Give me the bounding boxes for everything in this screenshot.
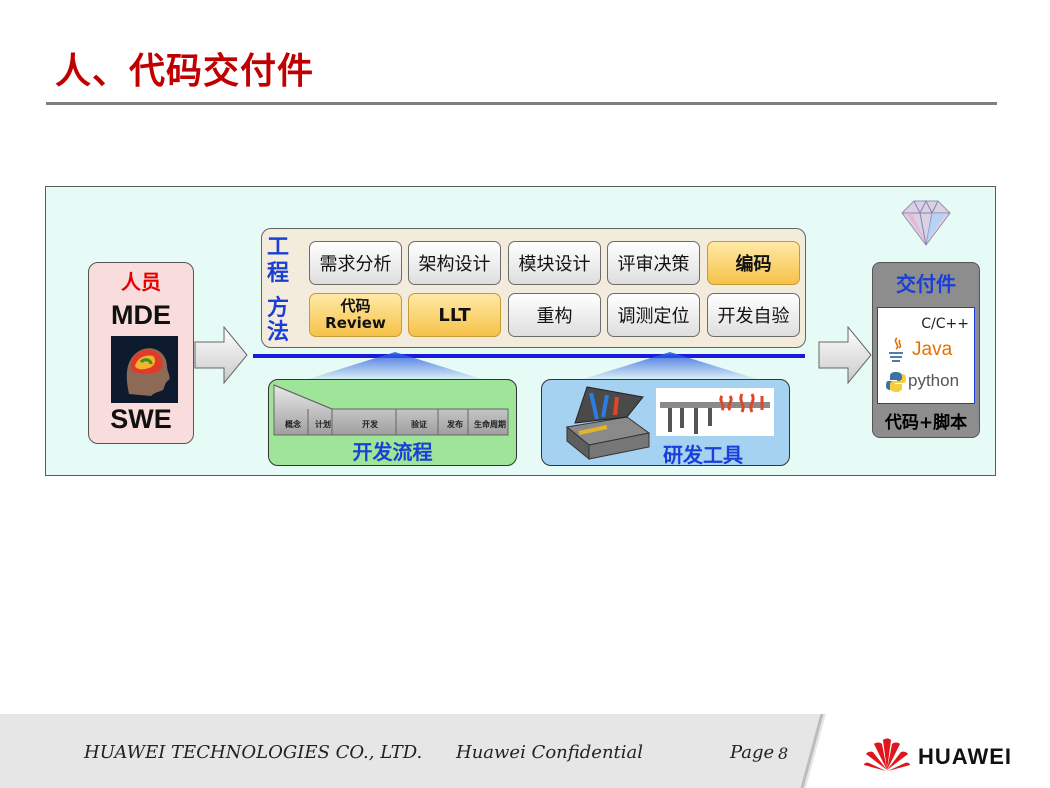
language-java: Java (912, 339, 953, 360)
method-debug-locate: 调测定位 (607, 293, 700, 337)
method-code-review-line2: Review (325, 314, 386, 332)
process-stage-concept: 概念 (285, 420, 301, 429)
glow-cone-right (580, 352, 760, 380)
method-self-verification: 开发自验 (707, 293, 800, 337)
footer-page-label: Page (730, 742, 775, 763)
python-logo-icon (886, 372, 906, 392)
methods-label-char-1: 工 (266, 235, 289, 260)
methods-label-char-2: 程 (266, 261, 289, 286)
tool-rack-icon (656, 388, 774, 436)
method-review-decision: 评审决策 (607, 241, 700, 285)
method-architecture-design: 架构设计 (408, 241, 501, 285)
title-divider (46, 102, 997, 105)
process-stage-lifecycle: 生命周期 (474, 420, 506, 429)
java-cup-icon (889, 337, 903, 362)
process-stage-develop: 开发 (362, 420, 378, 429)
method-code-review-line1: 代码 (340, 297, 371, 315)
process-stage-plan: 计划 (315, 420, 331, 429)
footer-page-number: 8 (778, 744, 789, 763)
glow-cone-left (305, 352, 485, 380)
diamond-icon (901, 199, 951, 246)
process-stage-release: 发布 (447, 420, 463, 429)
methods-label-char-4: 法 (266, 320, 289, 345)
methods-label-char-3: 方 (266, 296, 289, 321)
people-title: 人员 (121, 270, 161, 294)
deliverables-title: 交付件 (896, 272, 956, 296)
method-llt: LLT (408, 293, 501, 337)
language-python: python (908, 371, 960, 390)
dev-process-label: 开发流程 (352, 440, 433, 464)
footer-company: HUAWEI TECHNOLOGIES CO., LTD. (84, 742, 423, 763)
arrow-right-icon (818, 326, 872, 384)
page-title: 人、代码交付件 (55, 51, 315, 92)
brain-head-image (111, 336, 178, 403)
method-requirements-analysis: 需求分析 (309, 241, 402, 285)
method-refactor: 重构 (508, 293, 601, 337)
people-mde-label: MDE (111, 300, 171, 330)
huawei-logo-icon (864, 738, 910, 771)
footer-confidential: Huawei Confidential (456, 742, 644, 763)
dev-tools-label: 研发工具 (663, 443, 743, 467)
process-stage-verify: 验证 (411, 420, 427, 429)
method-coding: 编码 (707, 241, 800, 285)
huawei-brand-text: HUAWEI (918, 744, 1012, 769)
deliverables-footer: 代码+脚本 (884, 413, 968, 433)
method-code-review: 代码 Review (309, 293, 402, 337)
language-cpp: C/C++ (921, 316, 969, 332)
method-module-design: 模块设计 (508, 241, 601, 285)
people-swe-label: SWE (110, 404, 172, 434)
arrow-right-icon (194, 326, 248, 384)
